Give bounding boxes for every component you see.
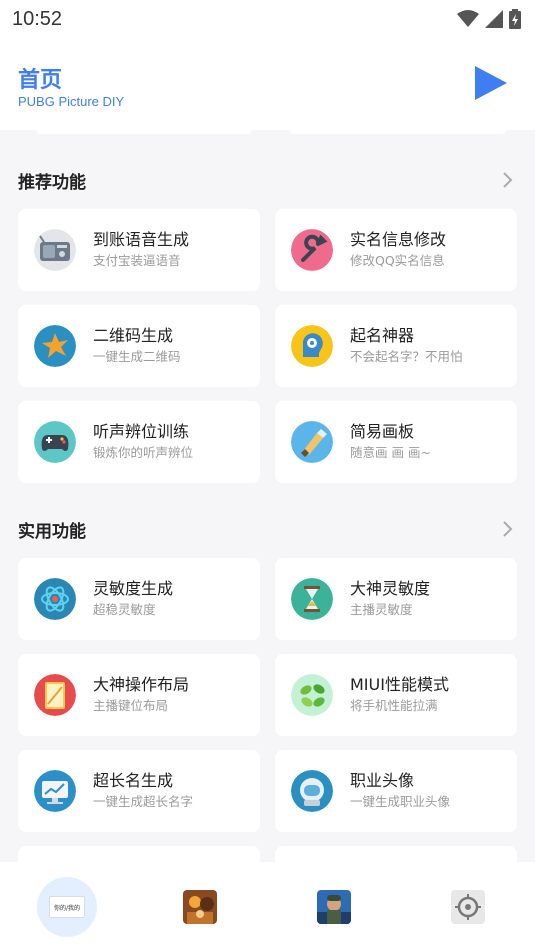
- gamepad-icon: [34, 421, 76, 463]
- feature-desc: 一键生成二维码: [93, 349, 181, 364]
- feature-desc: 锻炼你的听声辨位: [93, 445, 194, 460]
- feature-desc: 修改QQ实名信息: [350, 253, 445, 268]
- chevron-right-icon[interactable]: [497, 519, 517, 539]
- nav-game-art[interactable]: [170, 877, 230, 937]
- wifi-icon: [457, 10, 479, 27]
- feature-name: 到账语音生成: [93, 230, 190, 249]
- feature-name: 起名神器: [350, 326, 415, 345]
- page-title: 首页: [18, 68, 63, 93]
- feature-name: 简易画板: [350, 422, 415, 441]
- feature-card-partial[interactable]: [18, 846, 260, 862]
- feature-card-pro-avatar[interactable]: 职业头像 一键生成职业头像: [275, 750, 517, 832]
- feature-card-sound-training[interactable]: 听声辨位训练 锻炼你的听声辨位: [18, 401, 260, 483]
- head-gear-icon: [291, 325, 333, 367]
- section-title: 推荐功能: [18, 172, 86, 193]
- feature-desc: 超稳灵敏度: [93, 602, 156, 617]
- game-art-image: [183, 890, 217, 924]
- feature-card-voice[interactable]: 到账语音生成 支付宝装逼语音: [18, 209, 260, 291]
- app-header: 首页 PUBG Picture DIY: [0, 38, 535, 130]
- leaves-icon: [291, 674, 333, 716]
- status-bar: 10:52: [0, 0, 535, 38]
- nav-home[interactable]: 你的/我的: [37, 877, 97, 937]
- feature-name: 职业头像: [350, 771, 415, 790]
- feature-desc: 不会起名字？不用怕: [350, 349, 463, 364]
- feature-name: 大神灵敏度: [350, 579, 431, 598]
- hourglass-icon: [291, 578, 333, 620]
- feature-card-sensitivity[interactable]: 灵敏度生成 超稳灵敏度: [18, 558, 260, 640]
- feature-card-drawing-board[interactable]: 简易画板 随意画 画 画~: [275, 401, 517, 483]
- astronaut-icon: [291, 770, 333, 812]
- tablet-icon: [34, 674, 76, 716]
- feature-card-realname[interactable]: 实名信息修改 修改QQ实名信息: [275, 209, 517, 291]
- feature-name: 听声辨位训练: [93, 422, 190, 441]
- feature-name: 大神操作布局: [93, 675, 190, 694]
- section-header-practical: 实用功能: [18, 514, 517, 544]
- feature-name: 超长名生成: [93, 771, 174, 790]
- battery-icon: [509, 9, 521, 29]
- nav-settings[interactable]: [438, 877, 498, 937]
- leaf-icon: [34, 325, 76, 367]
- feature-card-pro-sensitivity[interactable]: 大神灵敏度 主播灵敏度: [275, 558, 517, 640]
- status-time: 10:52: [12, 7, 63, 30]
- feature-card-long-name[interactable]: 超长名生成 一键生成超长名字: [18, 750, 260, 832]
- wrench-icon: [291, 229, 333, 271]
- signal-icon: [485, 10, 503, 28]
- feature-desc: 一键生成超长名字: [93, 794, 194, 809]
- atom-icon: [34, 578, 76, 620]
- feature-desc: 随意画 画 画~: [350, 445, 431, 460]
- feature-card-naming[interactable]: 起名神器 不会起名字？不用怕: [275, 305, 517, 387]
- feature-name: 实名信息修改: [350, 230, 447, 249]
- status-icons: [457, 9, 521, 29]
- home-tab-thumbnail: 你的/我的: [49, 896, 85, 918]
- settings-icon: [451, 890, 485, 924]
- feature-name: 灵敏度生成: [93, 579, 174, 598]
- feature-card-miui[interactable]: MIUI性能模式 将手机性能拉满: [275, 654, 517, 736]
- feature-card-qrcode[interactable]: 二维码生成 一键生成二维码: [18, 305, 260, 387]
- feature-desc: 支付宝装逼语音: [93, 253, 181, 268]
- play-icon[interactable]: [473, 64, 509, 102]
- radio-icon: [34, 229, 76, 271]
- previous-cards-edge: [18, 130, 517, 134]
- paint-brush-icon: [291, 421, 333, 463]
- nav-character[interactable]: [304, 877, 364, 937]
- character-image: [317, 890, 351, 924]
- feature-desc: 将手机性能拉满: [350, 698, 438, 713]
- feature-name: 二维码生成: [93, 326, 174, 345]
- section-header-recommended: 推荐功能: [18, 165, 517, 195]
- bottom-navigation: 你的/我的: [0, 862, 535, 951]
- home-tab-label: 你的/我的: [53, 904, 81, 912]
- feature-desc: 主播灵敏度: [350, 602, 413, 617]
- feature-card-layout[interactable]: 大神操作布局 主播键位布局: [18, 654, 260, 736]
- feature-name: MIUI性能模式: [350, 675, 449, 694]
- monitor-chart-icon: [34, 770, 76, 812]
- chevron-right-icon[interactable]: [497, 170, 517, 190]
- feature-desc: 主播键位布局: [93, 698, 169, 713]
- section-title: 实用功能: [18, 521, 86, 542]
- feature-card-partial[interactable]: [275, 846, 517, 862]
- page-subtitle: PUBG Picture DIY: [18, 94, 125, 109]
- main-content[interactable]: 推荐功能 到账语音生成 支付宝装逼语音 实名信息修改 修改QQ实名信息 二维码生…: [0, 130, 535, 862]
- feature-desc: 一键生成职业头像: [350, 794, 451, 809]
